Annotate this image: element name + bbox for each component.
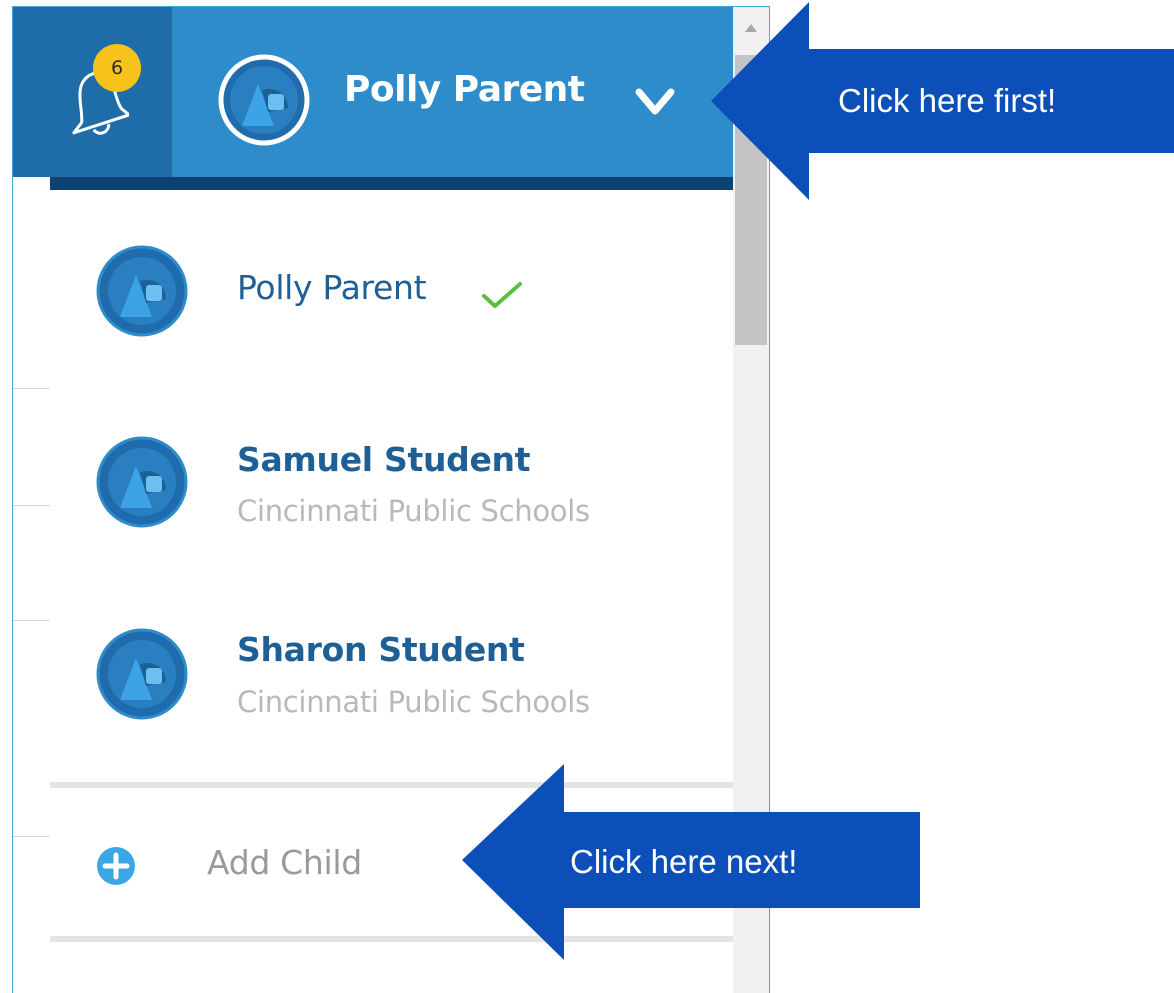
plus-circle-icon [97,847,135,885]
account-name: Polly Parent [237,268,427,307]
avatar-icon [96,628,188,720]
account-name: Samuel Student [237,440,531,479]
page-divider [13,836,50,837]
header-active-underline [50,177,733,190]
page-divider [13,620,50,621]
account-item-samuel-student[interactable]: Samuel Student Cincinnati Public Schools [50,390,733,580]
account-school: Cincinnati Public Schools [237,494,590,528]
avatar-icon [96,436,188,528]
account-name: Sharon Student [237,630,525,669]
add-child-label: Add Child [207,843,362,882]
account-item-sharon-student[interactable]: Sharon Student Cincinnati Public Schools [50,580,733,780]
user-switcher-button[interactable]: Polly Parent [172,7,733,177]
avatar-icon [96,245,188,337]
page-divider [13,388,50,389]
callout-text-first: Click here first! [838,82,1057,119]
callout-text-next: Click here next! [570,843,798,880]
page-divider [13,505,50,506]
notification-count-badge: 6 [93,44,141,92]
avatar-icon [218,54,310,146]
chevron-down-icon [635,88,675,115]
account-item-polly-parent[interactable]: Polly Parent [50,190,733,390]
account-school: Cincinnati Public Schools [237,685,590,719]
notifications-button[interactable]: 6 [13,7,172,177]
current-user-name: Polly Parent [344,69,585,110]
check-icon [482,282,522,308]
